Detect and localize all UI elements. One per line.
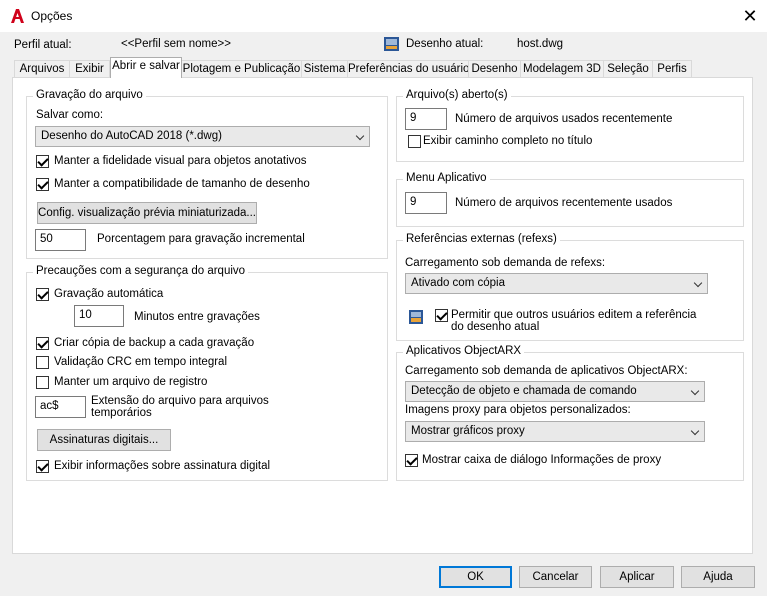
close-icon[interactable]: ✕ [737, 4, 763, 28]
backup-checkbox[interactable] [36, 337, 49, 350]
xrefs-title: Referências externas (refexs) [403, 233, 560, 245]
drawing-settings-icon [409, 310, 423, 324]
tab-abrir-e-salvar[interactable]: Abrir e salvar [110, 57, 182, 78]
chevron-down-icon [355, 131, 365, 141]
xref-demand-label: Carregamento sob demanda de refexs: [405, 257, 606, 269]
chevron-down-icon [690, 426, 700, 436]
full-path-checkbox[interactable] [408, 135, 421, 148]
show-signature-label: Exibir informações sobre assinatura digi… [54, 460, 271, 472]
full-path-label: Exibir caminho completo no título [423, 135, 593, 147]
xref-demand-value: Ativado com cópia [411, 277, 505, 289]
autocad-logo-icon [11, 9, 24, 23]
open-files-group: Arquivo(s) aberto(s) [396, 89, 744, 162]
incremental-save-input[interactable]: 50 [35, 229, 86, 251]
temp-extension-label-2: temporários [91, 407, 152, 419]
crc-checkbox[interactable] [36, 356, 49, 369]
app-menu-recent-input[interactable]: 9 [405, 192, 447, 214]
keep-fidelity-label: Manter a fidelidade visual para objetos … [54, 155, 307, 167]
crc-label: Validação CRC em tempo integral [54, 356, 228, 368]
cancel-button[interactable]: Cancelar [519, 566, 592, 588]
file-save-title: Gravação do arquivo [33, 89, 146, 101]
drawing-label: Desenho atual: [406, 38, 484, 50]
objectarx-demand-value: Detecção de objeto e chamada de comando [411, 385, 637, 397]
drawing-icon [384, 37, 399, 51]
title-bar: Opções ✕ [0, 0, 767, 32]
log-file-label: Manter um arquivo de registro [54, 376, 208, 388]
save-as-label: Salvar como: [36, 109, 104, 121]
tab-preferencias[interactable]: Preferências do usuário [347, 60, 469, 77]
tab-selecao[interactable]: Seleção [603, 60, 653, 77]
proxy-dialog-checkbox[interactable] [405, 454, 418, 467]
thumbnail-settings-button[interactable]: Config. visualização prévia miniaturizad… [37, 202, 257, 224]
proxy-dialog-label: Mostrar caixa de diálogo Informações de … [422, 454, 662, 466]
proxy-images-label: Imagens proxy para objetos personalizado… [405, 404, 631, 416]
open-files-title: Arquivo(s) aberto(s) [403, 89, 511, 101]
tab-modelagem-3d[interactable]: Modelagem 3D [520, 60, 604, 77]
temp-extension-label-1: Extensão do arquivo para arquivos [91, 395, 269, 407]
save-as-dropdown[interactable]: Desenho do AutoCAD 2018 (*.dwg) [35, 126, 370, 147]
ok-button[interactable]: OK [439, 566, 512, 588]
recent-files-label: Número de arquivos usados recentemente [455, 113, 673, 125]
proxy-images-dropdown[interactable]: Mostrar gráficos proxy [405, 421, 705, 442]
allow-edit-checkbox[interactable] [435, 309, 448, 322]
autosave-label: Gravação automática [54, 288, 164, 300]
autosave-minutes-label: Minutos entre gravações [134, 311, 260, 323]
autosave-checkbox[interactable] [36, 288, 49, 301]
apply-button[interactable]: Aplicar [600, 566, 674, 588]
save-as-value: Desenho do AutoCAD 2018 (*.dwg) [41, 130, 222, 142]
tab-desenho[interactable]: Desenho [468, 60, 521, 77]
chevron-down-icon [693, 278, 703, 288]
keep-size-compat-checkbox[interactable] [36, 178, 49, 191]
digital-signatures-button[interactable]: Assinaturas digitais... [37, 429, 171, 451]
allow-edit-label-2: do desenho atual [451, 321, 540, 333]
objectarx-demand-dropdown[interactable]: Detecção de objeto e chamada de comando [405, 381, 705, 402]
help-button[interactable]: Ajuda [681, 566, 755, 588]
xref-demand-dropdown[interactable]: Ativado com cópia [405, 273, 708, 294]
show-signature-checkbox[interactable] [36, 460, 49, 473]
window-title: Opções [31, 9, 73, 23]
allow-edit-label-1: Permitir que outros usuários editem a re… [451, 309, 697, 321]
autosave-minutes-input[interactable]: 10 [74, 305, 124, 327]
proxy-images-value: Mostrar gráficos proxy [411, 425, 525, 437]
tab-arquivos[interactable]: Arquivos [14, 60, 70, 77]
incremental-save-label: Porcentagem para gravação incremental [97, 233, 305, 245]
objectarx-demand-label: Carregamento sob demanda de aplicativos … [405, 365, 688, 377]
temp-extension-input[interactable]: ac$ [35, 396, 86, 418]
tab-plotagem[interactable]: Plotagem e Publicação [181, 60, 302, 77]
objectarx-title: Aplicativos ObjectARX [403, 345, 525, 357]
chevron-down-icon [690, 386, 700, 396]
tab-exibir[interactable]: Exibir [69, 60, 110, 77]
keep-size-compat-label: Manter a compatibilidade de tamanho de d… [54, 178, 310, 190]
log-file-checkbox[interactable] [36, 376, 49, 389]
app-menu-recent-label: Número de arquivos recentemente usados [455, 197, 673, 209]
tab-sistema[interactable]: Sistema [301, 60, 348, 77]
profile-label: Perfil atual: [14, 39, 72, 51]
safety-title: Precauções com a segurança do arquivo [33, 265, 249, 277]
profile-value: <<Perfil sem nome>> [121, 38, 231, 50]
tab-perfis[interactable]: Perfis [652, 60, 692, 77]
drawing-value: host.dwg [517, 38, 564, 50]
keep-fidelity-checkbox[interactable] [36, 155, 49, 168]
app-menu-title: Menu Aplicativo [403, 172, 490, 184]
backup-label: Criar cópia de backup a cada gravação [54, 337, 255, 349]
recent-files-input[interactable]: 9 [405, 108, 447, 130]
